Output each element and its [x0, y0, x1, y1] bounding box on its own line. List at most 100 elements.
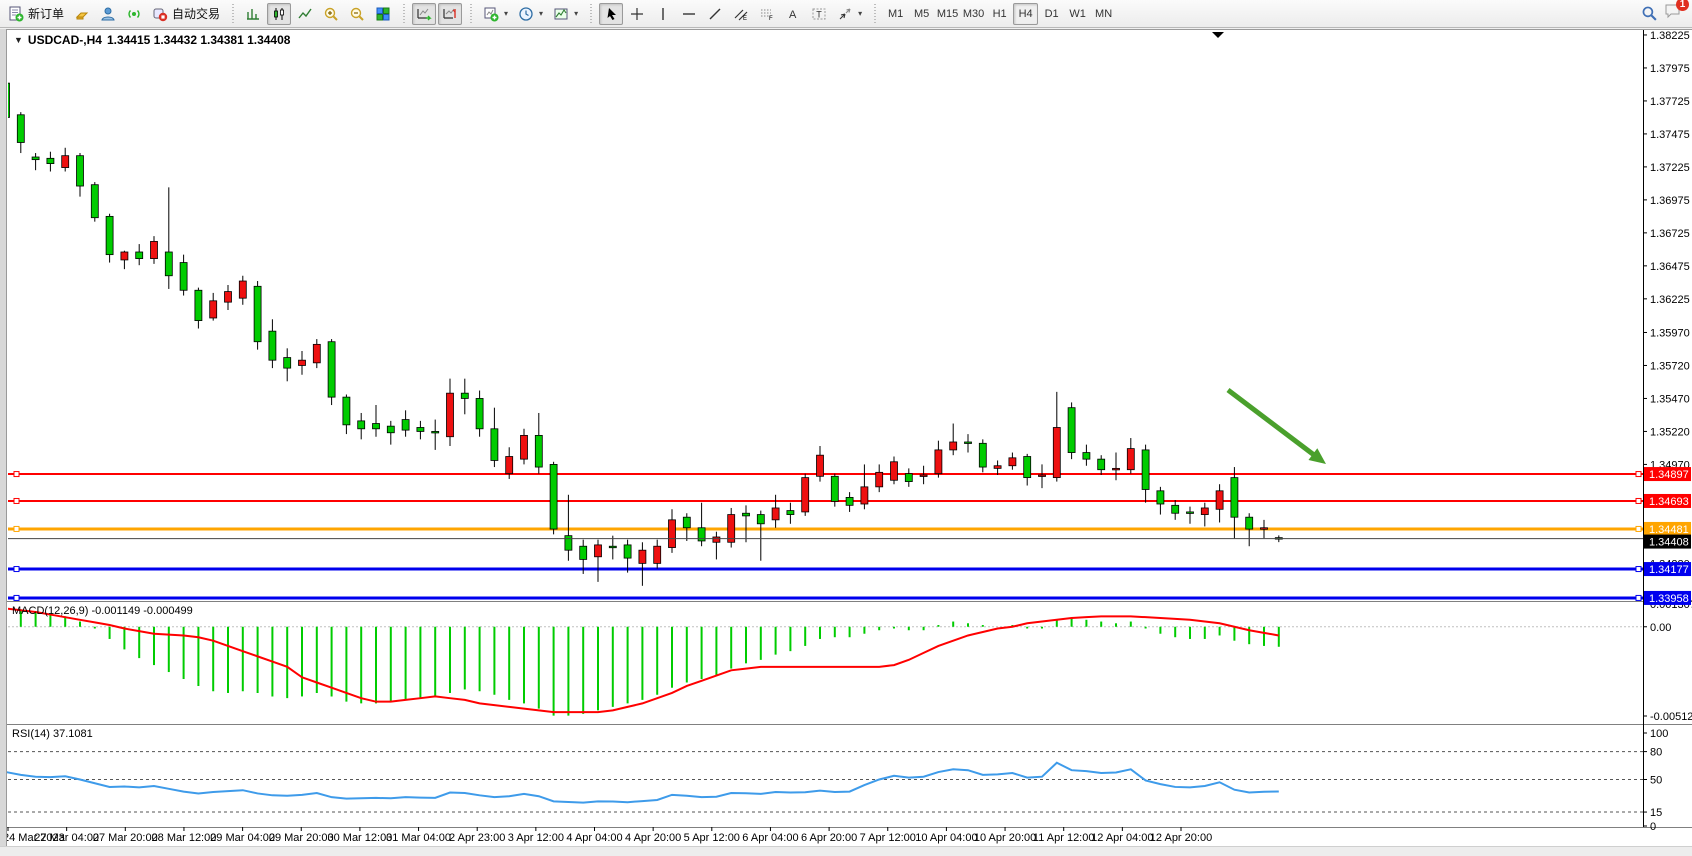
candle-down [831, 476, 838, 501]
line-chart-icon [297, 6, 313, 22]
timeframe-w1[interactable]: W1 [1065, 3, 1090, 25]
candle-down [106, 216, 113, 254]
candle-up [994, 466, 1001, 469]
text-label-tool-button[interactable]: T [807, 3, 831, 25]
candle-down [432, 431, 439, 433]
vertical-line-tool-button[interactable] [651, 3, 675, 25]
toolbar-grip [229, 4, 236, 24]
candle-up [62, 156, 69, 168]
arrows-tool-button[interactable]: ▾ [833, 3, 866, 25]
dropdown-caret: ▾ [504, 9, 508, 18]
timeframe-m30[interactable]: M30 [961, 3, 986, 25]
line-handle [1636, 498, 1641, 503]
zoom-in-button[interactable] [319, 3, 343, 25]
community-button[interactable] [96, 3, 120, 25]
candle-down [535, 435, 542, 467]
line-chart-button[interactable] [293, 3, 317, 25]
notification-count-badge: 1 [1676, 0, 1689, 11]
search-icon[interactable] [1641, 5, 1658, 22]
zoom-out-icon [349, 6, 365, 22]
candle-up [239, 281, 246, 298]
time-axis-label: 28 Mar 12:00 [152, 832, 217, 844]
new-order-button[interactable]: 新订单 [4, 3, 68, 25]
candle-down [195, 290, 202, 320]
trendline-tool-button[interactable] [703, 3, 727, 25]
timeframe-m15[interactable]: M15 [935, 3, 960, 25]
zoom-out-button[interactable] [345, 3, 369, 25]
rsi-scale-label: 15 [1650, 807, 1662, 819]
clock-icon [518, 6, 534, 22]
price-badge-label: 1.34408 [1649, 537, 1689, 549]
candle-up [225, 292, 232, 303]
equidistant-channel-icon: E [733, 6, 749, 22]
time-axis-label: 29 Mar 04:00 [210, 832, 275, 844]
text-label-icon: T [811, 6, 827, 22]
time-axis-label: 7 Apr 12:00 [860, 832, 916, 844]
svg-text:F: F [769, 16, 773, 22]
candle-up [151, 241, 158, 258]
templates-icon [553, 6, 569, 22]
candle-down [32, 157, 39, 160]
timeframe-h4[interactable]: H4 [1013, 3, 1038, 25]
candle-down [136, 252, 143, 259]
chart-shift-button[interactable] [438, 3, 462, 25]
dropdown-caret: ▾ [574, 9, 578, 18]
timeframe-m1[interactable]: M1 [883, 3, 908, 25]
gold-button[interactable] [70, 3, 94, 25]
crosshair-tool-button[interactable] [625, 3, 649, 25]
fibonacci-icon: F [759, 6, 775, 22]
candle-up [595, 545, 602, 557]
candle-down [965, 442, 972, 444]
cursor-tool-button[interactable] [599, 3, 623, 25]
toolbar-grip [467, 4, 474, 24]
rsi-scale-label: 50 [1650, 775, 1662, 787]
candle-down [17, 115, 24, 143]
candle-up [521, 435, 528, 459]
svg-text:A: A [789, 9, 797, 21]
chart-canvas[interactable]: 1.382251.379751.377251.374751.372251.369… [0, 29, 1692, 846]
timeframe-h1[interactable]: H1 [987, 3, 1012, 25]
rsi-label: RSI(14) 37.1081 [12, 728, 93, 740]
dropdown-caret: ▾ [539, 9, 543, 18]
text-tool-button[interactable]: A [781, 3, 805, 25]
line-handle [14, 498, 19, 503]
candle-down [1142, 450, 1149, 490]
candle-down [846, 497, 853, 505]
time-axis-label: 4 Apr 04:00 [566, 832, 622, 844]
timeframe-m5[interactable]: M5 [909, 3, 934, 25]
new-chart-button[interactable]: ▾ [479, 3, 512, 25]
periods-button[interactable]: ▾ [514, 3, 547, 25]
bar-chart-button[interactable] [241, 3, 265, 25]
timeframe-d1[interactable]: D1 [1039, 3, 1064, 25]
toolbar-right-group: 1 [1641, 3, 1688, 24]
auto-trading-button[interactable]: 自动交易 [148, 3, 224, 25]
price-axis-tick-label: 1.38225 [1650, 30, 1690, 42]
candle-down [1187, 512, 1194, 514]
new-order-icon [8, 6, 24, 22]
zoom-in-icon [323, 6, 339, 22]
price-axis-tick-label: 1.37225 [1650, 162, 1690, 174]
templates-button[interactable]: ▾ [549, 3, 582, 25]
line-handle [14, 567, 19, 572]
time-axis-label: 30 Mar 12:00 [327, 832, 392, 844]
time-axis-label: 11 Apr 12:00 [1033, 832, 1095, 844]
rsi-scale-label: 80 [1650, 747, 1662, 759]
auto-scroll-button[interactable] [412, 3, 436, 25]
one-click-trading-arrow-icon[interactable]: ▼ [14, 35, 23, 45]
channel-tool-button[interactable]: E [729, 3, 753, 25]
candle-down [476, 398, 483, 428]
candle-up [210, 301, 217, 318]
tile-windows-button[interactable] [371, 3, 395, 25]
signals-button[interactable] [122, 3, 146, 25]
chart-window[interactable]: ▼ USDCAD-,H4 1.34415 1.34432 1.34381 1.3… [0, 29, 1692, 846]
candle-chart-button[interactable] [267, 3, 291, 25]
price-axis-tick-label: 1.36475 [1650, 261, 1690, 273]
candle-up [802, 478, 809, 512]
candle-down [787, 511, 794, 515]
time-axis-label: 10 Apr 04:00 [915, 832, 977, 844]
notifications-button[interactable]: 1 [1664, 3, 1682, 24]
time-axis-label: 12 Apr 20:00 [1150, 832, 1212, 844]
fibonacci-tool-button[interactable]: F [755, 3, 779, 25]
timeframe-mn[interactable]: MN [1091, 3, 1116, 25]
horizontal-line-tool-button[interactable] [677, 3, 701, 25]
